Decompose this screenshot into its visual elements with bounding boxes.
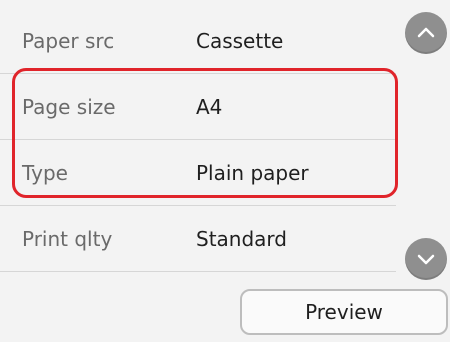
print-settings-screen: Paper src Cassette Page size A4 Type Pla…: [0, 0, 450, 342]
setting-value: A4: [196, 94, 223, 119]
chevron-up-icon: [417, 27, 435, 38]
setting-row-page-size[interactable]: Page size A4: [0, 74, 396, 140]
scroll-up-button[interactable]: [405, 12, 447, 54]
setting-label: Type: [22, 160, 68, 185]
setting-row-print-quality[interactable]: Print qlty Standard: [0, 206, 396, 272]
setting-label: Print qlty: [22, 226, 113, 251]
setting-value: Standard: [196, 226, 287, 251]
setting-label: Paper src: [22, 28, 115, 53]
scroll-down-button[interactable]: [405, 238, 447, 280]
setting-value: Cassette: [196, 28, 284, 53]
setting-value: Plain paper: [196, 160, 309, 185]
setting-row-paper-source[interactable]: Paper src Cassette: [0, 8, 396, 74]
setting-label: Page size: [22, 94, 116, 119]
setting-row-type[interactable]: Type Plain paper: [0, 140, 396, 206]
chevron-down-icon: [417, 254, 435, 265]
preview-button[interactable]: Preview: [240, 289, 448, 335]
